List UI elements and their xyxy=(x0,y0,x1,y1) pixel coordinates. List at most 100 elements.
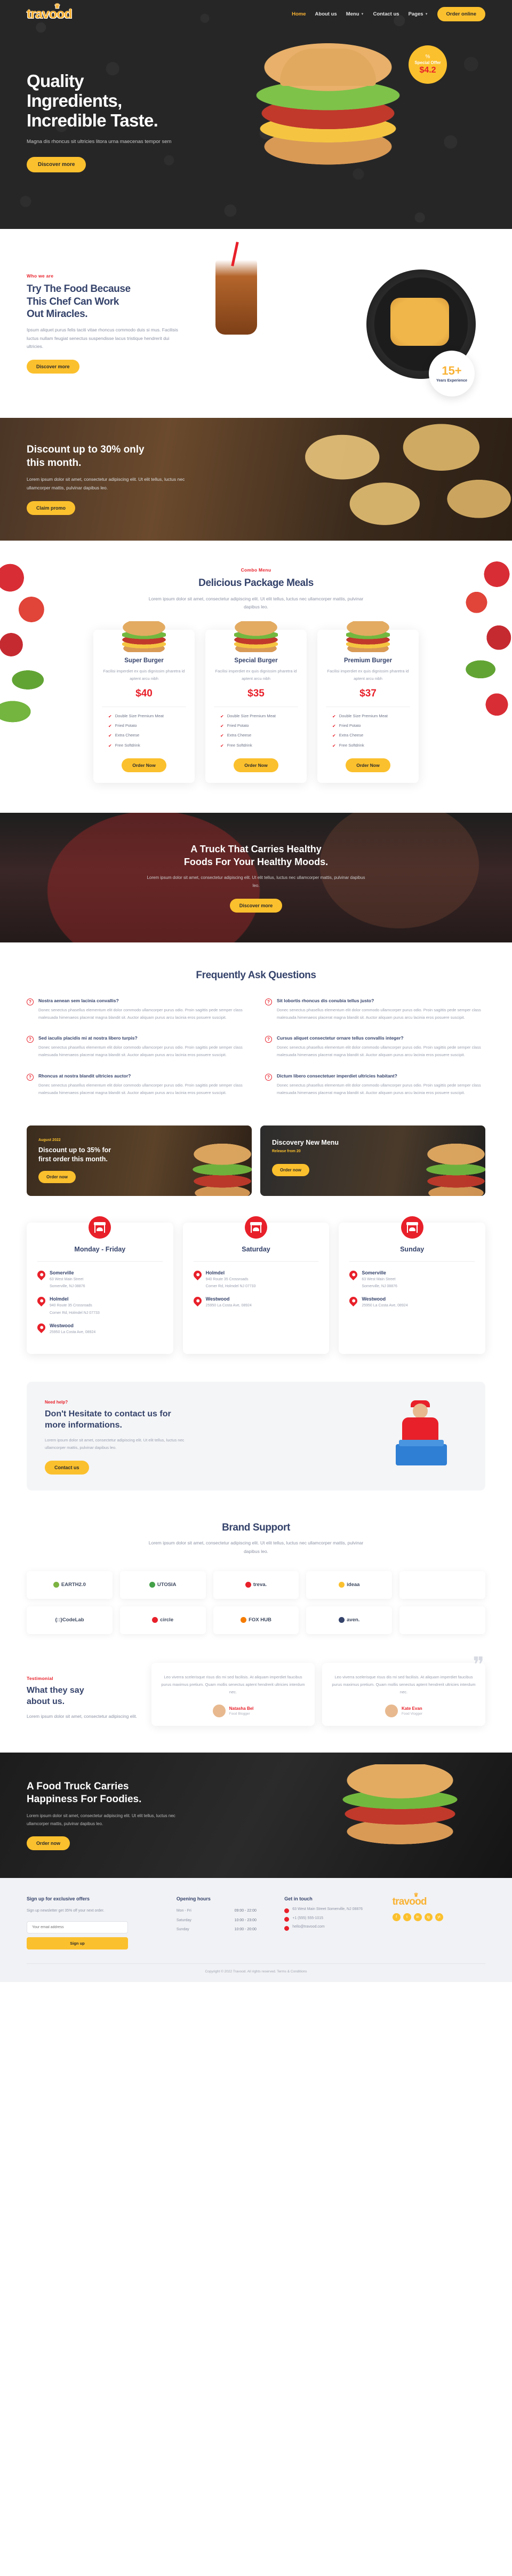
location-city: Westwood xyxy=(205,1296,230,1302)
faq-item[interactable]: ? Nostra aenean sem lacinia convallis? Do… xyxy=(27,998,247,1022)
hero-title-line-2: Ingredients, xyxy=(27,91,122,111)
location-address: 63 West Main Street xyxy=(362,1277,396,1281)
truck-discover-more-button[interactable]: Discover more xyxy=(229,898,283,913)
contact-phone: +1 (555) 555-1015 xyxy=(292,1916,324,1920)
brand-name: {::}CodeLab xyxy=(55,1617,84,1623)
packages-eyebrow: Combo Menu xyxy=(241,567,271,573)
feature-item: ✔ Free Softdrink xyxy=(108,743,186,749)
check-icon: ✔ xyxy=(220,733,224,739)
brand-logo[interactable]: treva. xyxy=(213,1571,299,1599)
brand-name: FOX HUB xyxy=(249,1617,271,1623)
facebook-icon[interactable]: f xyxy=(392,1913,401,1922)
package-name: Special Burger xyxy=(234,657,278,664)
email-input[interactable] xyxy=(27,1921,128,1933)
brand-logo[interactable]: aven. xyxy=(306,1606,393,1634)
experience-badge: 15+ Years Experience xyxy=(429,351,475,397)
feature-item: ✔ Fried Potato xyxy=(220,723,298,729)
testimonial-title-line-2: about us. xyxy=(27,1697,65,1706)
contact-phone-row[interactable]: +1 (555) 555-1015 xyxy=(284,1916,377,1922)
promo-tag: August 2022 xyxy=(38,1138,61,1143)
promo-order-now-button[interactable]: Order now xyxy=(272,1164,310,1177)
order-online-button[interactable]: Order online xyxy=(437,7,485,21)
hero-discover-more-button[interactable]: Discover more xyxy=(27,157,86,173)
faq-answer: Donec senectus phasellus elementum elit … xyxy=(38,1082,243,1095)
brand-logo[interactable]: {::}CodeLab xyxy=(27,1606,113,1634)
linkedin-icon[interactable]: in xyxy=(413,1913,422,1922)
nav-item-contact-us[interactable]: Contact us xyxy=(373,11,399,17)
brand-logo[interactable]: circle xyxy=(119,1606,206,1634)
brand-name: EARTH2.0 xyxy=(61,1582,86,1588)
feature-label: Double Size Premium Meat xyxy=(227,714,276,718)
testimonial-card: Leo viverra scelerisque risus dis mi sed… xyxy=(322,1662,485,1726)
faq-question: Nostra aenean sem lacinia convallis? xyxy=(38,997,119,1003)
truck-title-line-2: Foods For Your Healthy Moods. xyxy=(183,857,329,868)
feature-label: Extra Cheese xyxy=(227,733,252,738)
chevron-down-icon: ▼ xyxy=(361,12,364,16)
avatar xyxy=(212,1704,226,1717)
newsletter-signup-button[interactable]: Sign up xyxy=(27,1937,128,1949)
footer-logo[interactable]: travood ♛ xyxy=(392,1892,485,1908)
hours-time: 10:00 - 23:00 xyxy=(234,1918,257,1922)
mail-icon xyxy=(284,1925,290,1931)
bottom-cta-title: A Food Truck Carries Happiness For Foodi… xyxy=(27,1780,192,1806)
faq-grid: ? Nostra aenean sem lacinia convallis? Do… xyxy=(27,998,485,1097)
faq-item[interactable]: ? Sed iaculis placidis mi at nostra libe… xyxy=(27,1035,247,1059)
nav-item-about-us[interactable]: About us xyxy=(315,11,337,17)
hours-row: Mon - Fri 09:00 - 22:00 xyxy=(177,1907,257,1914)
twitter-icon[interactable]: t xyxy=(403,1913,411,1922)
site-logo[interactable]: travood ♛ xyxy=(27,2,73,22)
faq-item[interactable]: ? Dictum libero consectetuer imperdiet u… xyxy=(265,1073,485,1097)
brand-logo[interactable]: FOX HUB xyxy=(213,1606,299,1634)
crown-icon: ♛ xyxy=(54,2,60,10)
contact-us-button[interactable]: Contact us xyxy=(45,1460,89,1475)
testimonial-card: Leo viverra scelerisque risus dis mi sed… xyxy=(151,1662,315,1726)
truck-title-line-1: A Truck That Carries Healthy xyxy=(190,843,322,854)
youtube-icon[interactable]: yt xyxy=(435,1913,443,1922)
package-card[interactable]: Super Burger Facilisi imperdiet ex quis … xyxy=(93,621,195,783)
brand-name: circle xyxy=(160,1617,174,1623)
question-icon: ? xyxy=(27,1073,34,1081)
testimonial-title-line-1: What they say xyxy=(27,1685,84,1695)
faq-item[interactable]: ? Cursus aliquet consectetur ornare tell… xyxy=(265,1035,485,1059)
brand-mark-icon xyxy=(241,1617,247,1623)
faq-item[interactable]: ? Rhoncus at nostra blandit ultricies au… xyxy=(27,1073,247,1097)
package-card[interactable]: Special Burger Facilisi imperdiet ex qui… xyxy=(205,621,307,783)
location-pin-icon xyxy=(35,1295,47,1307)
location-address: 25950 La Costa Ave, 08924 xyxy=(50,1330,96,1334)
package-card[interactable]: Premium Burger Facilisi imperdiet ex qui… xyxy=(317,621,419,783)
promo-tile-discount[interactable]: August 2022 Discount up to 35% for first… xyxy=(27,1125,252,1196)
faq-item[interactable]: ? Sit lobortis rhoncus dis conubia tellu… xyxy=(265,998,485,1022)
location-pin-icon xyxy=(348,1295,359,1307)
about-discover-more-button[interactable]: Discover more xyxy=(27,360,79,374)
location-city: Westwood xyxy=(362,1296,386,1302)
brand-logo[interactable]: UTOSIA xyxy=(119,1571,206,1599)
order-now-button[interactable]: Order Now xyxy=(122,758,166,772)
logo-text: travood xyxy=(392,1896,427,1908)
about-title-line-2: This Chef Can Work xyxy=(27,296,119,307)
nav-item-pages[interactable]: Pages ▼ xyxy=(409,11,428,17)
promo-title: Discovery New Menu xyxy=(272,1139,339,1147)
brand-logo[interactable]: ideaa xyxy=(306,1571,393,1599)
promo-order-now-button[interactable]: Order now xyxy=(38,1170,76,1183)
hours-row: Saturday 10:00 - 23:00 xyxy=(177,1917,257,1924)
divider xyxy=(349,1261,475,1262)
divider xyxy=(37,1261,163,1262)
order-now-button[interactable]: Order Now xyxy=(234,758,278,772)
feature-item: ✔ Double Size Premium Meat xyxy=(108,714,186,719)
testimonial-name: Natasha Bel xyxy=(229,1706,254,1711)
soda-cup-illustration xyxy=(215,260,257,335)
instagram-icon[interactable]: ig xyxy=(424,1913,433,1922)
claim-promo-button[interactable]: Claim promo xyxy=(27,501,76,515)
nav-item-home[interactable]: Home xyxy=(292,11,306,17)
contact-email-row[interactable]: hello@travood.com xyxy=(284,1925,377,1931)
order-now-button[interactable]: Order Now xyxy=(346,758,390,772)
promo-tile-new-menu[interactable]: Discovery New Menu Release from 20 Order… xyxy=(260,1125,485,1196)
bottom-cta-order-now-button[interactable]: Order now xyxy=(27,1836,70,1851)
brand-logo[interactable]: EARTH2.0 xyxy=(27,1571,113,1599)
testimonial-body: Lorem ipsum dolor sit amet, consectetur … xyxy=(27,1714,137,1719)
nav-item-menu[interactable]: Menu ▼ xyxy=(346,11,364,17)
location-city: Holmdel xyxy=(205,1270,225,1275)
feature-label: Fried Potato xyxy=(339,723,361,728)
contact-cta-wrapper: Need help? Don't Hesitate to contact us … xyxy=(0,1381,512,1517)
packages-subtitle: Lorem ipsum dolor sit amet, consectetur … xyxy=(148,596,364,610)
